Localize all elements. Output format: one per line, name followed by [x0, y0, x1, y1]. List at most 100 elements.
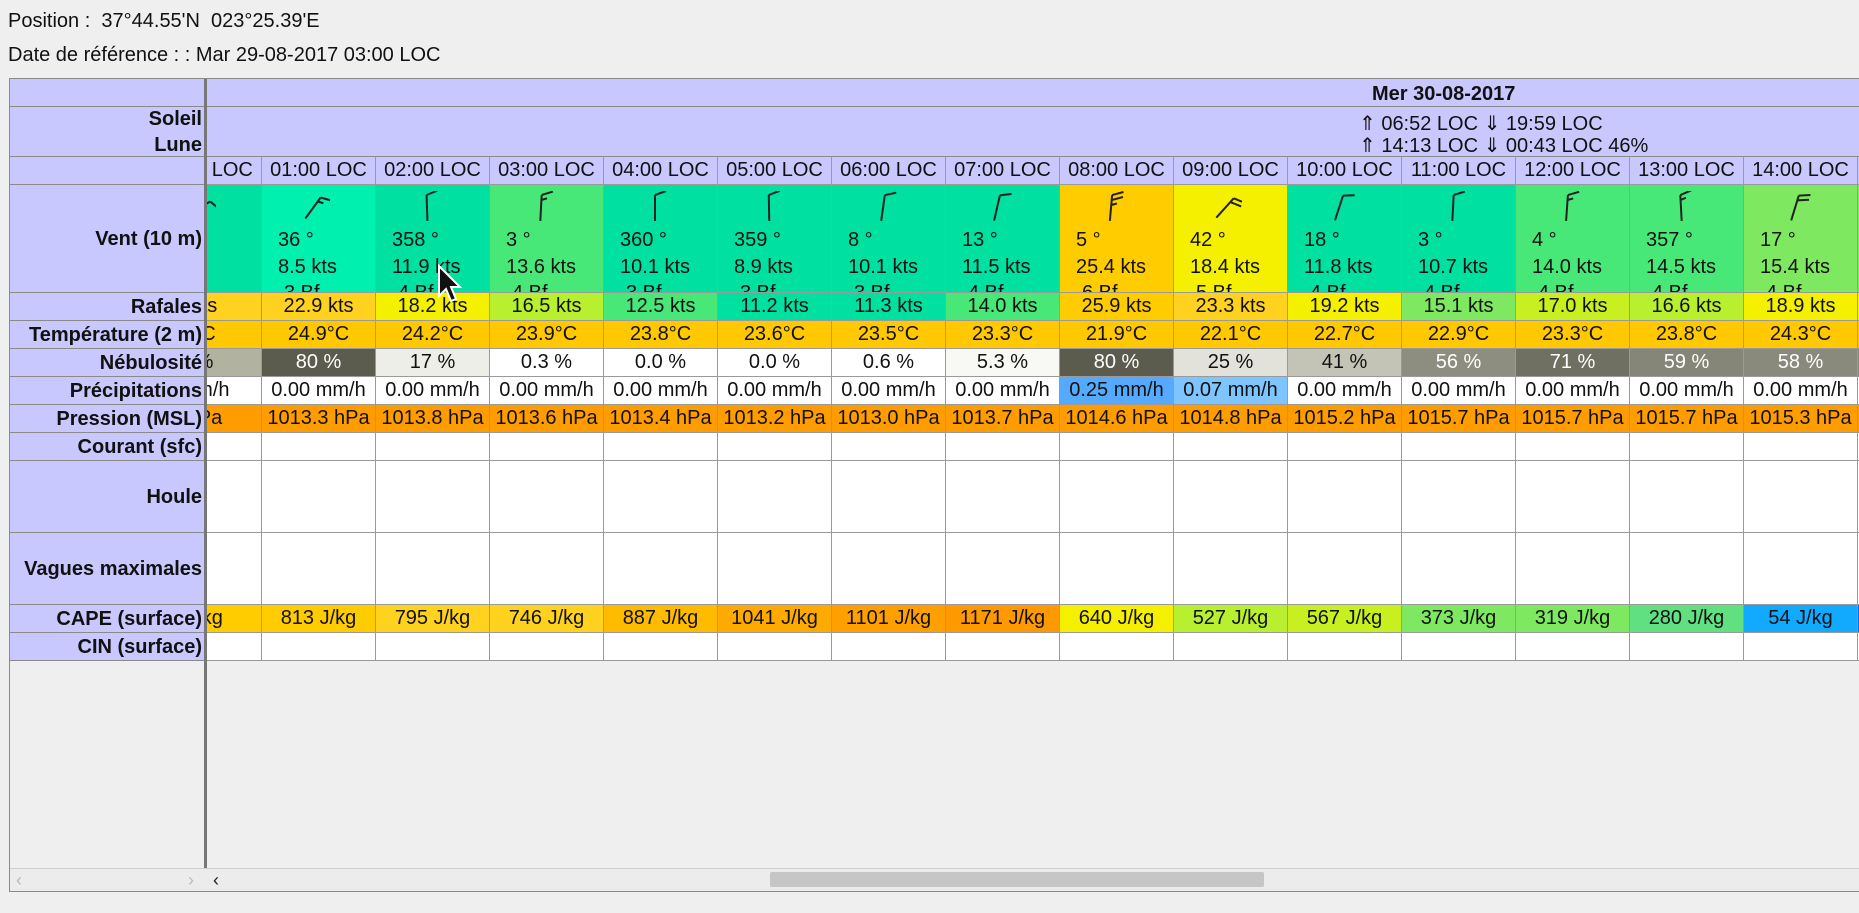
hour-cell: 05:00 LOC	[718, 157, 832, 185]
hour-cell: 09:00 LOC	[1174, 157, 1288, 185]
hour-column: 10:00 LOC 18 ° 11.8 kts 4 Bf 19.2 kts 22.7°C 4…	[1288, 79, 1402, 879]
wind-speed: 8.5 kts	[278, 256, 337, 278]
hour-column: 07:00 LOC 13 ° 11.5 kts 4 Bf 14.0 kts 23.3°C 5…	[946, 79, 1060, 879]
cape-cell: 1101 J/kg	[832, 605, 946, 633]
wind-speed: 11.8 kts	[1304, 256, 1373, 278]
wind-speed: 10.1 kts	[848, 256, 919, 278]
precipitation-cell: 0.00 mm/h	[718, 377, 832, 405]
gust-cell: 18.9 kts	[1744, 293, 1858, 321]
wind-direction: 360 °	[620, 229, 667, 251]
wind-beaufort: 4 Bf	[968, 282, 1004, 293]
gust-cell: 16.6 kts	[1630, 293, 1744, 321]
position-value: 37°44.55'N 023°25.39'E	[101, 10, 320, 32]
cin-cell	[1744, 633, 1858, 661]
current-cell	[1744, 433, 1858, 461]
swell-cell	[718, 461, 832, 533]
wind-cell: 13 ° 11.5 kts 4 Bf	[946, 185, 1060, 293]
hour-cell: 14:00 LOC	[1744, 157, 1858, 185]
label-houle-text: Houle	[146, 485, 202, 508]
label-rafales: Rafales	[10, 293, 204, 321]
current-cell	[604, 433, 718, 461]
hour-columns: 00:00 LOCktskts°C%mm/hhPaJ/kg01:00 LOC36…	[207, 79, 1859, 879]
wind-direction: 359 °	[734, 229, 781, 251]
wind-direction: 13 °	[962, 229, 998, 251]
pressure-cell: 1013.6 hPa	[490, 405, 604, 433]
current-cell	[262, 433, 376, 461]
wind-barb-icon	[207, 200, 216, 216]
gust-cell: 18.2 kts	[376, 293, 490, 321]
hour-cell: 08:00 LOC	[1060, 157, 1174, 185]
left-pane-scroll-left-icon: ‹	[16, 870, 22, 890]
wind-beaufort: 3 Bf	[626, 282, 662, 293]
cin-cell	[262, 633, 376, 661]
label-courant: Courant (sfc)	[10, 433, 204, 461]
current-cell	[490, 433, 604, 461]
current-cell	[376, 433, 490, 461]
temperature-cell: 23.9°C	[490, 321, 604, 349]
swell-cell	[946, 461, 1060, 533]
hour-cell: 02:00 LOC	[376, 157, 490, 185]
swell-cell	[1630, 461, 1744, 533]
gust-cell: 19.2 kts	[1288, 293, 1402, 321]
precipitation-cell: mm/h	[207, 377, 262, 405]
cape-cell: 1171 J/kg	[946, 605, 1060, 633]
current-cell	[1630, 433, 1744, 461]
label-hour	[10, 157, 204, 185]
cloud-cover-cell: 25 %	[1174, 349, 1288, 377]
wind-direction: 3 °	[1418, 229, 1443, 251]
max-waves-cell	[604, 533, 718, 605]
corner-header	[10, 79, 204, 107]
label-nebulosite-text: Nébulosité	[99, 351, 202, 374]
gust-cell: 15.1 kts	[1402, 293, 1516, 321]
forecast-table: Soleil Lune Vent (10 m) Rafales Températ…	[9, 78, 1859, 892]
hour-cell: 06:00 LOC	[832, 157, 946, 185]
max-waves-cell	[718, 533, 832, 605]
wind-cell: 358 ° 11.9 kts 4 Bf	[376, 185, 490, 293]
wind-direction: 18 °	[1304, 229, 1340, 251]
wind-barb-icon	[880, 191, 897, 222]
reference-date-value: Mar 29-08-2017 03:00 LOC	[195, 44, 441, 66]
cin-cell	[1174, 633, 1288, 661]
hour-column: 01:00 LOC 36 ° 8.5 kts 3 Bf 22.9 kts 24.9°C 80…	[262, 79, 376, 879]
gust-cell: 17.0 kts	[1516, 293, 1630, 321]
max-waves-cell	[207, 533, 262, 605]
cin-cell	[1516, 633, 1630, 661]
wind-speed: 10.1 kts	[620, 256, 691, 278]
gust-cell: 11.2 kts	[718, 293, 832, 321]
temperature-cell: 23.5°C	[832, 321, 946, 349]
label-temperature: Température (2 m)	[10, 321, 204, 349]
wind-cell: 18 ° 11.8 kts 4 Bf	[1288, 185, 1402, 293]
horizontal-scrollbar[interactable]: ‹ › ‹	[10, 868, 1859, 891]
precipitation-cell: 0.00 mm/h	[1288, 377, 1402, 405]
cape-cell: 795 J/kg	[376, 605, 490, 633]
cin-cell	[604, 633, 718, 661]
wind-speed: 25.4 kts	[1076, 256, 1147, 278]
current-cell	[946, 433, 1060, 461]
wind-barb-icon	[539, 191, 554, 222]
wind-cell: 4 ° 14.0 kts 4 Bf	[1516, 185, 1630, 293]
cloud-cover-cell: 56 %	[1402, 349, 1516, 377]
cin-cell	[946, 633, 1060, 661]
pressure-cell: 1015.7 hPa	[1402, 405, 1516, 433]
wind-speed: 11.5 kts	[962, 256, 1031, 278]
cloud-cover-cell: 17 %	[376, 349, 490, 377]
cape-cell: J/kg	[207, 605, 262, 633]
precipitation-cell: 0.07 mm/h	[1174, 377, 1288, 405]
label-precipitations-text: Précipitations	[69, 379, 202, 402]
current-cell	[207, 433, 262, 461]
precipitation-cell: 0.00 mm/h	[376, 377, 490, 405]
precipitation-cell: 0.00 mm/h	[262, 377, 376, 405]
wind-barb-icon	[304, 196, 330, 220]
cin-cell	[376, 633, 490, 661]
max-waves-cell	[376, 533, 490, 605]
cloud-cover-cell: %	[207, 349, 262, 377]
wind-cell: 357 ° 14.5 kts 4 Bf	[1630, 185, 1744, 293]
wind-speed: 18.4 kts	[1190, 256, 1261, 278]
current-cell	[1402, 433, 1516, 461]
scrollbar-thumb[interactable]	[770, 872, 1264, 887]
label-pression: Pression (MSL)	[10, 405, 204, 433]
wind-beaufort: 4 Bf	[1766, 282, 1802, 293]
scroll-left-arrow-icon[interactable]: ‹	[213, 870, 219, 890]
cloud-cover-cell: 0.0 %	[718, 349, 832, 377]
hour-cell: 07:00 LOC	[946, 157, 1060, 185]
